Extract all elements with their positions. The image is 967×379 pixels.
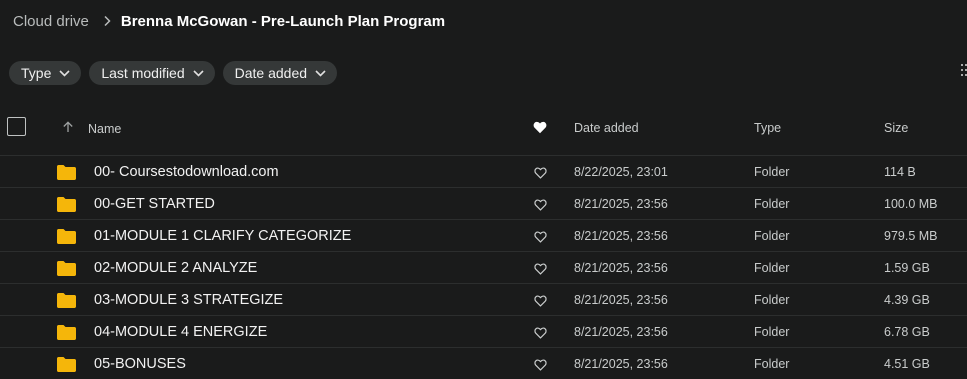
filter-date-added-button[interactable]: Date added (222, 61, 338, 85)
row-name: 00- Coursestodownload.com (94, 164, 279, 180)
folder-icon (57, 325, 76, 340)
folder-icon (57, 357, 76, 372)
folder-icon (57, 197, 76, 212)
row-type: Folder (754, 261, 790, 275)
row-size: 114 B (884, 165, 916, 179)
row-name: 02-MODULE 2 ANALYZE (94, 260, 258, 276)
row-date-added: 8/22/2025, 23:01 (574, 165, 668, 179)
filter-type-button[interactable]: Type (9, 61, 82, 85)
row-type: Folder (754, 165, 790, 179)
favourite-column-heart-icon[interactable] (533, 121, 547, 137)
row-size: 4.39 GB (884, 293, 930, 307)
table-row[interactable]: 04-MODULE 4 ENERGIZE 8/21/2025, 23:56 Fo… (0, 315, 967, 347)
row-type: Folder (754, 357, 790, 371)
row-name: 03-MODULE 3 STRATEGIZE (94, 292, 284, 308)
breadcrumb: Cloud drive Brenna McGowan - Pre-Launch … (13, 11, 445, 31)
folder-icon (57, 261, 76, 276)
table-row[interactable]: 01-MODULE 1 CLARIFY CATEGORIZE 8/21/2025… (0, 219, 967, 251)
filter-last-modified-label: Last modified (101, 65, 185, 81)
row-size: 6.78 GB (884, 325, 930, 339)
view-options-icon[interactable] (961, 63, 967, 81)
column-header-type[interactable]: Type (754, 121, 781, 135)
file-list: 00- Coursestodownload.com 8/22/2025, 23:… (0, 155, 967, 379)
favourite-heart-icon[interactable] (534, 262, 547, 280)
table-header: Name Date added Type Size (0, 108, 967, 148)
row-size: 979.5 MB (884, 229, 938, 243)
row-name: 01-MODULE 1 CLARIFY CATEGORIZE (94, 228, 352, 244)
chevron-down-icon (315, 69, 326, 77)
filter-bar: Type Last modified Date added (9, 61, 338, 85)
row-size: 4.51 GB (884, 357, 930, 371)
favourite-heart-icon[interactable] (534, 358, 547, 376)
table-row[interactable]: 03-MODULE 3 STRATEGIZE 8/21/2025, 23:56 … (0, 283, 967, 315)
row-date-added: 8/21/2025, 23:56 (574, 197, 668, 211)
table-row[interactable]: 00-GET STARTED 8/21/2025, 23:56 Folder 1… (0, 187, 967, 219)
row-name: 05-BONUSES (94, 356, 186, 372)
table-row[interactable]: 00- Coursestodownload.com 8/22/2025, 23:… (0, 155, 967, 187)
row-name: 00-GET STARTED (94, 196, 215, 212)
chevron-down-icon (59, 69, 70, 77)
folder-icon (57, 293, 76, 308)
filter-type-label: Type (21, 65, 52, 81)
column-header-name[interactable]: Name (88, 122, 121, 136)
favourite-heart-icon[interactable] (534, 198, 547, 216)
chevron-right-icon (103, 15, 111, 27)
row-date-added: 8/21/2025, 23:56 (574, 293, 668, 307)
row-type: Folder (754, 293, 790, 307)
breadcrumb-root-link[interactable]: Cloud drive (13, 13, 89, 30)
row-type: Folder (754, 197, 790, 211)
favourite-heart-icon[interactable] (534, 326, 547, 344)
favourite-heart-icon[interactable] (534, 166, 547, 184)
breadcrumb-current-folder: Brenna McGowan - Pre-Launch Plan Program (120, 12, 446, 30)
favourite-heart-icon[interactable] (534, 230, 547, 248)
chevron-down-icon (193, 69, 204, 77)
filter-last-modified-button[interactable]: Last modified (89, 61, 215, 85)
row-size: 100.0 MB (884, 197, 938, 211)
row-date-added: 8/21/2025, 23:56 (574, 325, 668, 339)
row-size: 1.59 GB (884, 261, 930, 275)
column-header-date-added[interactable]: Date added (574, 121, 639, 135)
folder-icon (57, 229, 76, 244)
row-name: 04-MODULE 4 ENERGIZE (94, 324, 268, 340)
table-row[interactable]: 05-BONUSES 8/21/2025, 23:56 Folder 4.51 … (0, 347, 967, 379)
sort-ascending-icon[interactable] (62, 121, 74, 136)
filter-date-added-label: Date added (234, 65, 308, 81)
row-date-added: 8/21/2025, 23:56 (574, 357, 668, 371)
table-row[interactable]: 02-MODULE 2 ANALYZE 8/21/2025, 23:56 Fol… (0, 251, 967, 283)
row-type: Folder (754, 325, 790, 339)
favourite-heart-icon[interactable] (534, 294, 547, 312)
select-all-checkbox[interactable] (7, 117, 26, 136)
folder-icon (57, 165, 76, 180)
column-header-size[interactable]: Size (884, 121, 908, 135)
row-date-added: 8/21/2025, 23:56 (574, 261, 668, 275)
row-type: Folder (754, 229, 790, 243)
row-date-added: 8/21/2025, 23:56 (574, 229, 668, 243)
